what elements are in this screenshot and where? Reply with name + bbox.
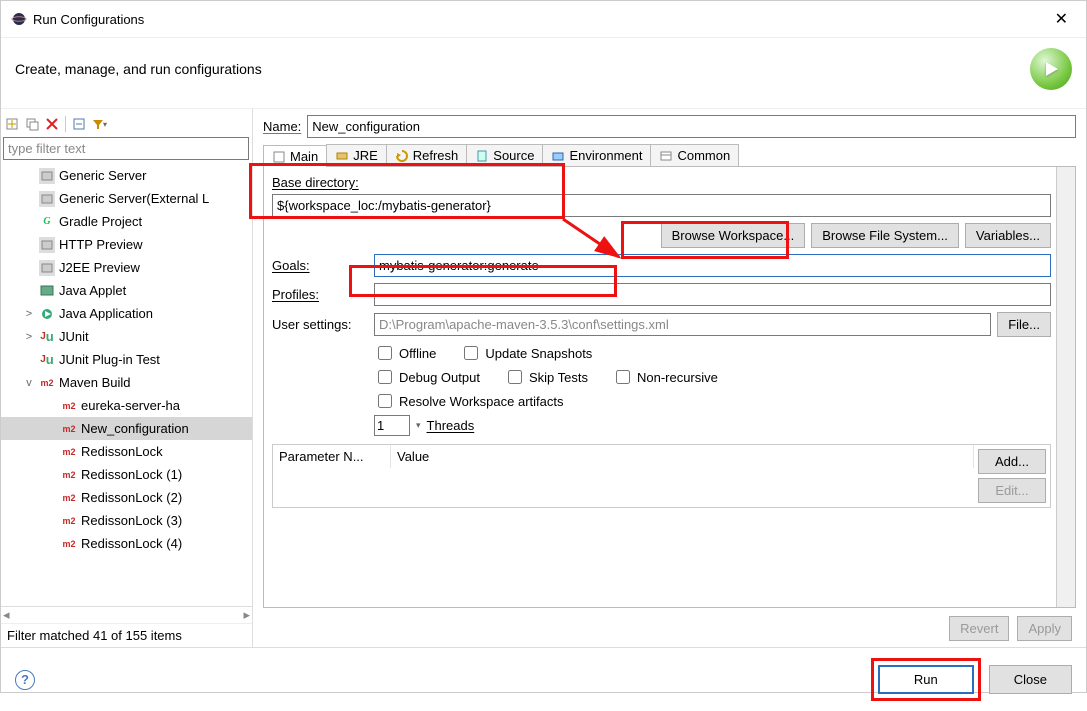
tree-h-scrollbar[interactable]: ◂▸ [1, 606, 252, 623]
toolbar-separator [65, 116, 66, 132]
tree-item[interactable]: Generic Server(External L [1, 187, 252, 210]
tab-common[interactable]: Common [650, 144, 739, 166]
profiles-label: Profiles: [272, 287, 368, 302]
scroll-up-icon[interactable]: ▴ [1059, 169, 1073, 183]
help-icon[interactable]: ? [15, 670, 35, 690]
name-input[interactable] [307, 115, 1076, 138]
tree-item[interactable]: m2RedissonLock (4) [1, 532, 252, 555]
file-button[interactable]: File... [997, 312, 1051, 337]
name-label: Name: [263, 119, 301, 134]
delete-config-icon[interactable] [43, 115, 61, 133]
parameters-table: Parameter N... Value Add... Edit... [272, 444, 1051, 508]
duplicate-config-icon[interactable] [23, 115, 41, 133]
dialog-footer: ? Run Close [1, 647, 1086, 711]
revert-button[interactable]: Revert [949, 616, 1009, 641]
tab-icon [659, 149, 673, 163]
goals-label: Goals: [272, 258, 368, 273]
browse-workspace-button[interactable]: Browse Workspace... [661, 223, 806, 248]
tree-item[interactable]: Java Applet [1, 279, 252, 302]
tree-item[interactable]: HTTP Preview [1, 233, 252, 256]
config-toolbar: ▾ [1, 113, 252, 135]
tab-jre[interactable]: JRE [326, 144, 387, 166]
filter-status: Filter matched 41 of 155 items [1, 623, 252, 647]
collapse-all-icon[interactable] [70, 115, 88, 133]
config-tree[interactable]: Generic ServerGeneric Server(External LG… [1, 162, 252, 606]
debug-output-checkbox[interactable]: Debug Output [374, 367, 480, 387]
tree-item[interactable]: m2RedissonLock (2) [1, 486, 252, 509]
dialog-subtitle: Create, manage, and run configurations [15, 61, 1030, 77]
tab-icon [272, 150, 286, 164]
tab-main[interactable]: Main [263, 145, 327, 167]
update-snapshots-checkbox[interactable]: Update Snapshots [460, 343, 592, 363]
param-name-col[interactable]: Parameter N... [273, 445, 391, 468]
filter-input[interactable] [3, 137, 249, 160]
goals-input[interactable] [374, 254, 1051, 277]
offline-checkbox[interactable]: Offline [374, 343, 436, 363]
tree-item[interactable]: JuJUnit Plug-in Test [1, 348, 252, 371]
profiles-input[interactable] [374, 283, 1051, 306]
tree-item[interactable]: m2New_configuration [1, 417, 252, 440]
tree-item[interactable]: >JuJUnit [1, 325, 252, 348]
usersettings-input[interactable] [374, 313, 991, 336]
window-title: Run Configurations [33, 12, 1047, 27]
basedir-label: Base directory: [272, 175, 359, 190]
left-panel: ▾ Generic ServerGeneric Server(External … [1, 109, 253, 647]
variables-button[interactable]: Variables... [965, 223, 1051, 248]
tree-item[interactable]: GGradle Project [1, 210, 252, 233]
right-panel: Name: MainJRERefreshSourceEnvironmentCom… [253, 109, 1086, 647]
edit-param-button[interactable]: Edit... [978, 478, 1046, 503]
title-bar: Run Configurations ✕ [1, 1, 1086, 38]
tab-source[interactable]: Source [466, 144, 543, 166]
tree-item[interactable]: Generic Server [1, 164, 252, 187]
tree-item[interactable]: m2eureka-server-ha [1, 394, 252, 417]
param-value-col[interactable]: Value [391, 445, 974, 468]
apply-button[interactable]: Apply [1017, 616, 1072, 641]
skip-tests-checkbox[interactable]: Skip Tests [504, 367, 588, 387]
resolve-ws-checkbox[interactable]: Resolve Workspace artifacts [374, 391, 564, 411]
scroll-down-icon[interactable]: ▾ [1059, 591, 1073, 605]
threads-label: Threads [427, 418, 475, 433]
tree-item[interactable]: m2RedissonLock [1, 440, 252, 463]
eclipse-icon [11, 11, 27, 27]
tab-environment[interactable]: Environment [542, 144, 651, 166]
run-orb-icon [1030, 48, 1072, 90]
tab-icon [395, 149, 409, 163]
filter-icon[interactable]: ▾ [90, 115, 108, 133]
basedir-input[interactable] [272, 194, 1051, 217]
browse-filesystem-button[interactable]: Browse File System... [811, 223, 959, 248]
tab-refresh[interactable]: Refresh [386, 144, 468, 166]
tab-icon [335, 149, 349, 163]
threads-spinner[interactable] [374, 415, 410, 436]
add-param-button[interactable]: Add... [978, 449, 1046, 474]
close-icon[interactable]: ✕ [1047, 7, 1076, 31]
tree-item[interactable]: J2EE Preview [1, 256, 252, 279]
new-config-icon[interactable] [3, 115, 21, 133]
tree-item[interactable]: m2RedissonLock (1) [1, 463, 252, 486]
tree-item[interactable]: >Java Application [1, 302, 252, 325]
non-recursive-checkbox[interactable]: Non-recursive [612, 367, 718, 387]
tab-bar: MainJRERefreshSourceEnvironmentCommon [263, 144, 1076, 167]
usersettings-label: User settings: [272, 317, 368, 332]
tree-item[interactable]: m2RedissonLock (3) [1, 509, 252, 532]
tab-icon [551, 149, 565, 163]
run-button[interactable]: Run [878, 665, 974, 694]
tree-item[interactable]: vm2Maven Build [1, 371, 252, 394]
dialog-header: Create, manage, and run configurations [1, 38, 1086, 109]
close-button[interactable]: Close [989, 665, 1072, 694]
tab-icon [475, 149, 489, 163]
